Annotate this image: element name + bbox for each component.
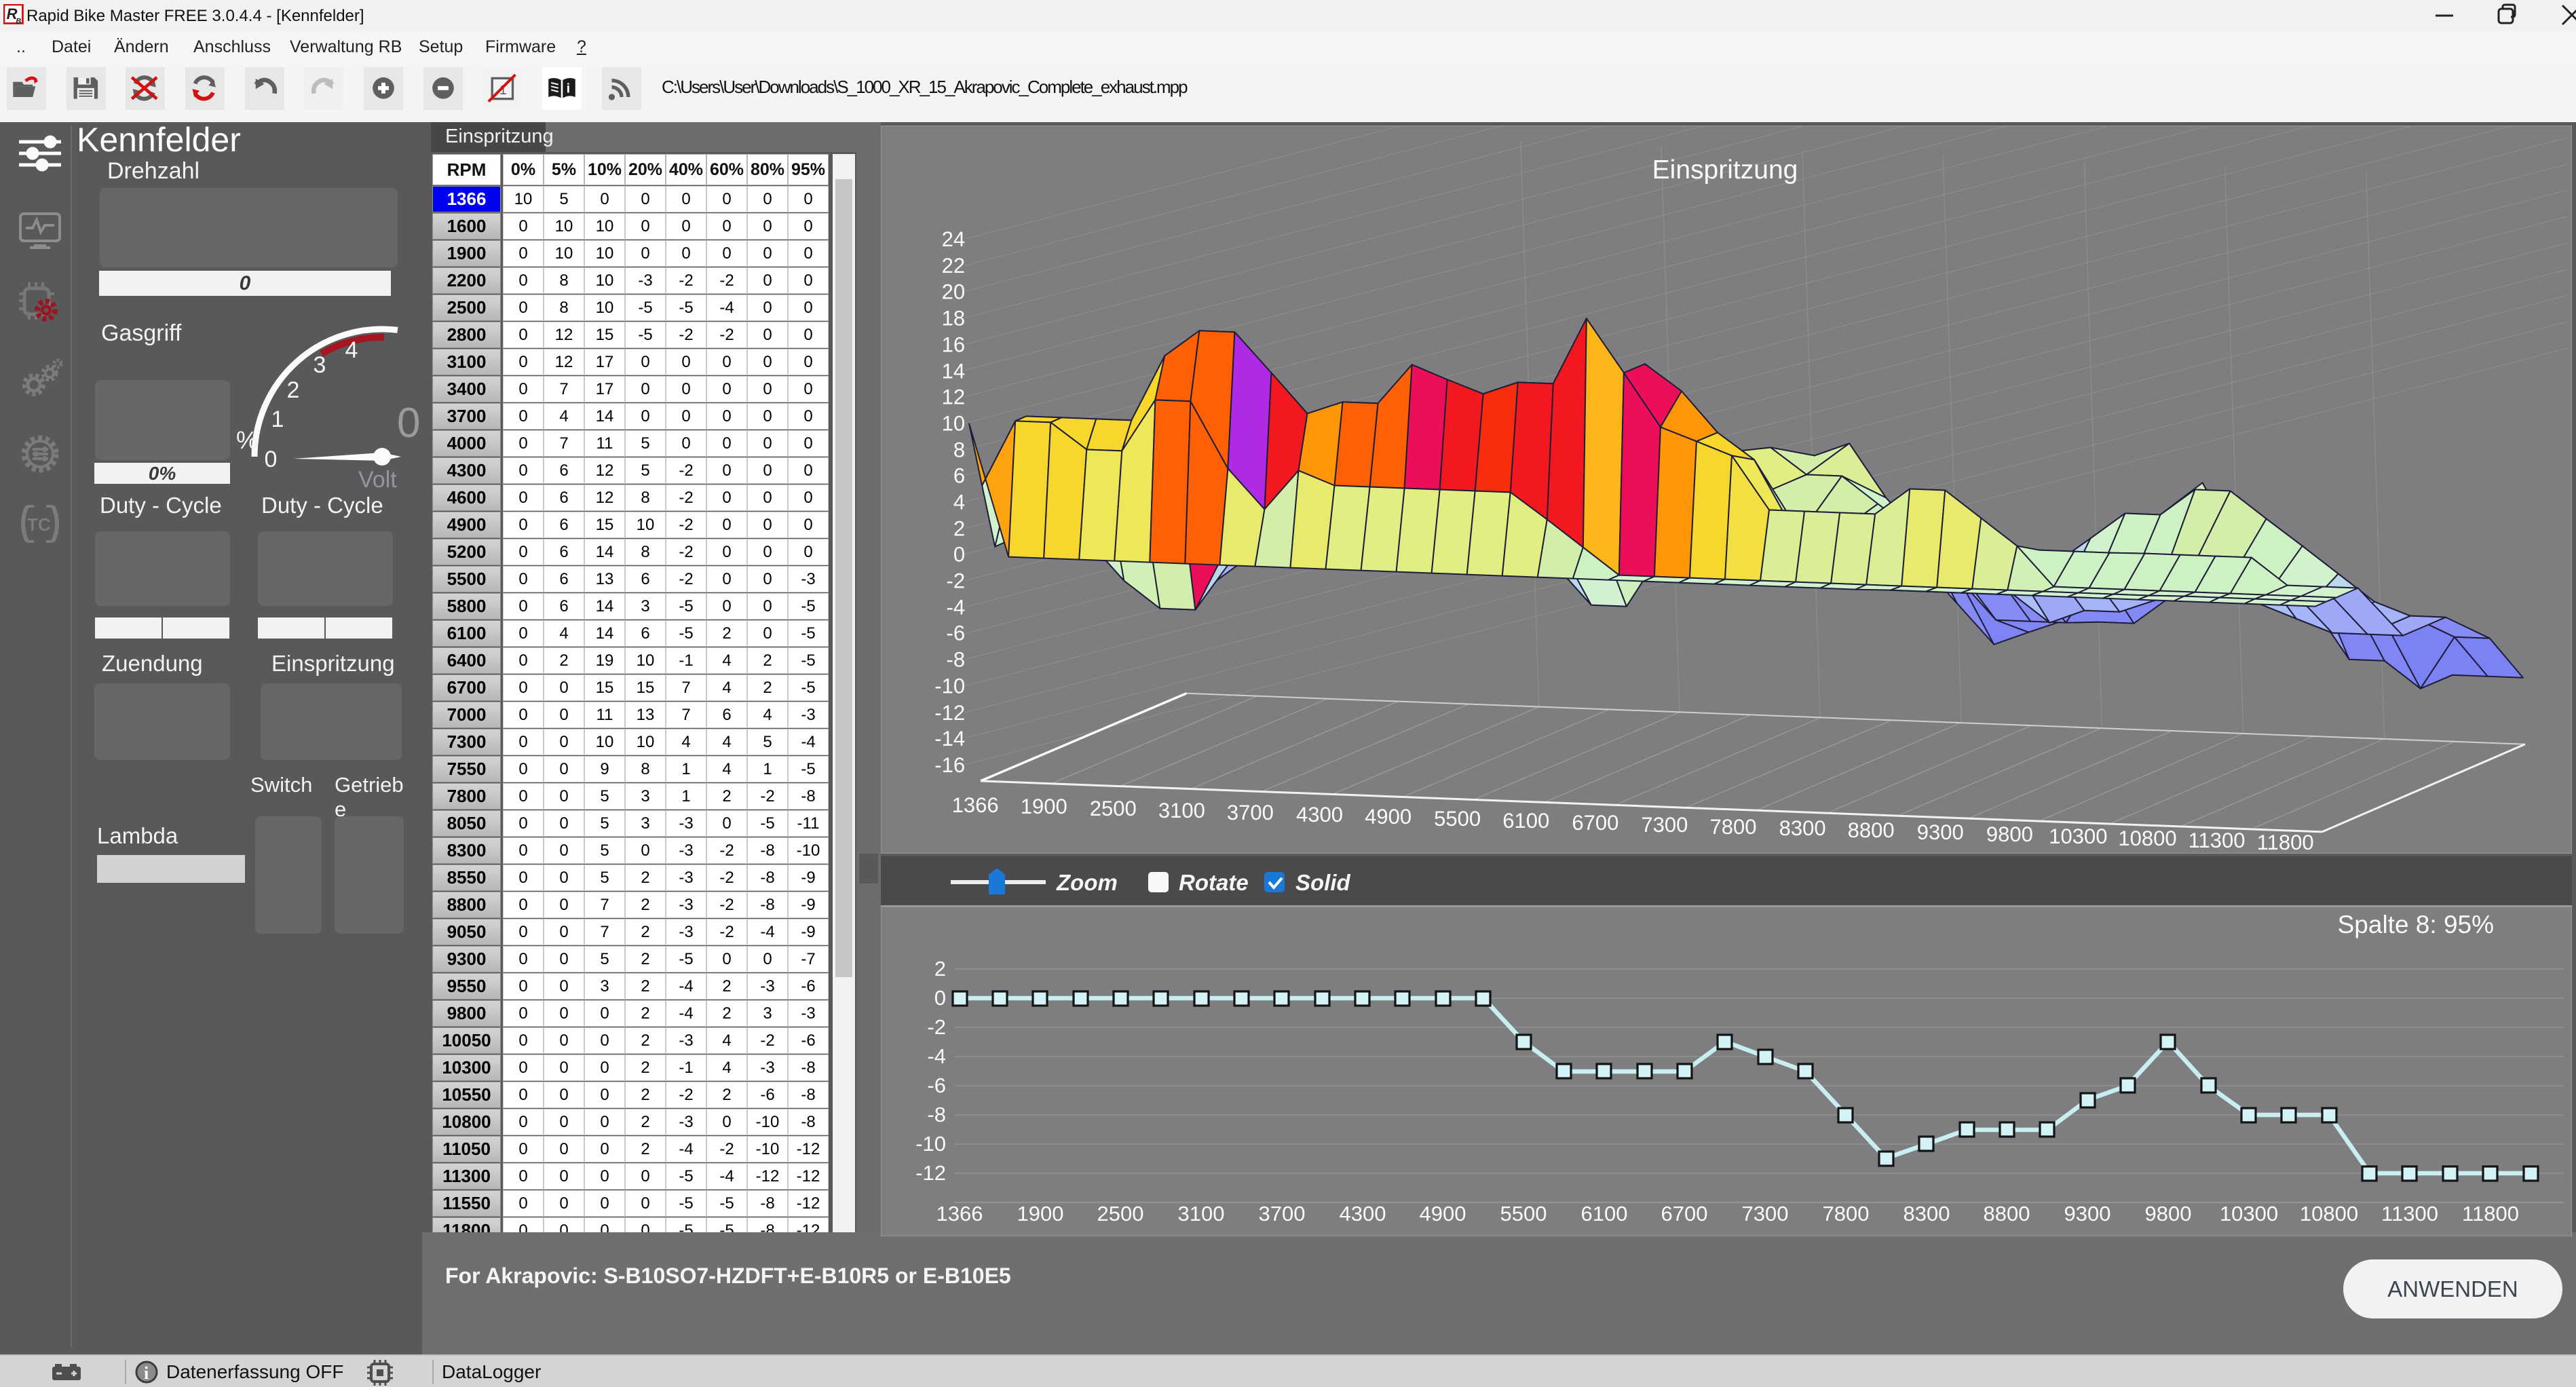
- svg-text:4300: 4300: [1296, 803, 1343, 826]
- svg-text:3100: 3100: [1178, 1202, 1225, 1226]
- svg-text:-12: -12: [915, 1161, 946, 1185]
- svg-text:3: 3: [314, 352, 326, 378]
- svg-text:2: 2: [934, 957, 946, 981]
- svg-text:5500: 5500: [1434, 807, 1481, 831]
- svg-text:2500: 2500: [1097, 1202, 1144, 1226]
- svg-text:10800: 10800: [2300, 1202, 2358, 1226]
- svg-text:-6: -6: [947, 622, 966, 645]
- svg-text:1366: 1366: [936, 1202, 983, 1226]
- svg-text:6700: 6700: [1661, 1202, 1708, 1226]
- svg-text:4900: 4900: [1365, 805, 1412, 829]
- svg-text:2500: 2500: [1090, 797, 1137, 820]
- svg-text:Spalte 8: 95%: Spalte 8: 95%: [2338, 911, 2494, 938]
- svg-text:20: 20: [942, 280, 965, 303]
- svg-text:2: 2: [953, 517, 965, 541]
- svg-text:6100: 6100: [1581, 1202, 1628, 1226]
- svg-text:-16: -16: [934, 753, 965, 777]
- svg-text:7300: 7300: [1742, 1202, 1789, 1226]
- svg-text:i: i: [567, 81, 571, 96]
- svg-text:Solid: Solid: [1295, 870, 1351, 895]
- svg-text:0: 0: [934, 986, 946, 1010]
- svg-text:-10: -10: [915, 1132, 946, 1156]
- svg-text:8800: 8800: [1984, 1202, 2030, 1226]
- svg-text:2: 2: [287, 377, 300, 403]
- svg-text:-8: -8: [947, 648, 966, 672]
- svg-text:1900: 1900: [1017, 1202, 1064, 1226]
- svg-text:7800: 7800: [1710, 815, 1757, 839]
- svg-text:7300: 7300: [1641, 813, 1688, 837]
- svg-text:22: 22: [942, 254, 965, 278]
- svg-text:-10: -10: [934, 674, 965, 698]
- svg-text:6: 6: [953, 463, 965, 487]
- svg-text:9300: 9300: [2064, 1202, 2111, 1226]
- svg-text:-4: -4: [927, 1044, 946, 1068]
- svg-text:10800: 10800: [2118, 826, 2176, 850]
- svg-text:4900: 4900: [1420, 1202, 1466, 1226]
- svg-text:-14: -14: [934, 727, 965, 750]
- svg-text:5500: 5500: [1500, 1202, 1547, 1226]
- svg-text:10300: 10300: [2220, 1202, 2278, 1226]
- svg-text:6100: 6100: [1502, 809, 1549, 833]
- svg-text:3700: 3700: [1259, 1202, 1306, 1226]
- svg-text:16: 16: [942, 332, 965, 356]
- svg-text:-8: -8: [927, 1103, 946, 1126]
- svg-text:0: 0: [953, 543, 965, 567]
- svg-text:4300: 4300: [1340, 1202, 1386, 1226]
- svg-text:10300: 10300: [2049, 824, 2107, 848]
- svg-text:11800: 11800: [2257, 831, 2314, 854]
- svg-text:8300: 8300: [1903, 1202, 1950, 1226]
- svg-text:6700: 6700: [1572, 811, 1618, 835]
- svg-text:10: 10: [942, 411, 965, 435]
- svg-text:3100: 3100: [1158, 799, 1205, 822]
- svg-text:i: i: [144, 1363, 149, 1383]
- svg-text:8: 8: [953, 438, 965, 461]
- svg-text:8800: 8800: [1848, 818, 1895, 842]
- svg-text:7800: 7800: [1823, 1202, 1870, 1226]
- svg-text:B: B: [16, 17, 21, 25]
- svg-text:1: 1: [271, 406, 284, 432]
- svg-text:12: 12: [942, 385, 965, 408]
- svg-text:9800: 9800: [2145, 1202, 2192, 1226]
- svg-text:11800: 11800: [2462, 1202, 2519, 1226]
- svg-text:-2: -2: [927, 1015, 946, 1039]
- svg-text:18: 18: [942, 306, 965, 330]
- svg-text:Einspritzung: Einspritzung: [1652, 155, 1798, 185]
- svg-text:4: 4: [345, 337, 358, 363]
- svg-text:-4: -4: [947, 596, 966, 620]
- svg-text:9800: 9800: [1986, 822, 2033, 846]
- svg-text:0: 0: [265, 446, 278, 472]
- svg-text:-6: -6: [927, 1074, 946, 1097]
- svg-text:TC: TC: [27, 514, 51, 535]
- svg-text:11300: 11300: [2189, 829, 2246, 852]
- svg-text:1900: 1900: [1021, 795, 1067, 818]
- svg-text:4: 4: [953, 491, 965, 514]
- svg-text:8300: 8300: [1779, 816, 1826, 840]
- svg-text:Rotate: Rotate: [1179, 870, 1249, 895]
- svg-text:11300: 11300: [2381, 1202, 2438, 1226]
- svg-text:3700: 3700: [1227, 801, 1274, 824]
- svg-text:-2: -2: [947, 569, 966, 593]
- svg-text:-12: -12: [934, 701, 965, 725]
- svg-text:24: 24: [942, 227, 965, 251]
- svg-text:14: 14: [942, 359, 965, 383]
- svg-text:9300: 9300: [1917, 820, 1964, 844]
- svg-text:Zoom: Zoom: [1056, 870, 1118, 895]
- svg-text:1366: 1366: [952, 793, 999, 817]
